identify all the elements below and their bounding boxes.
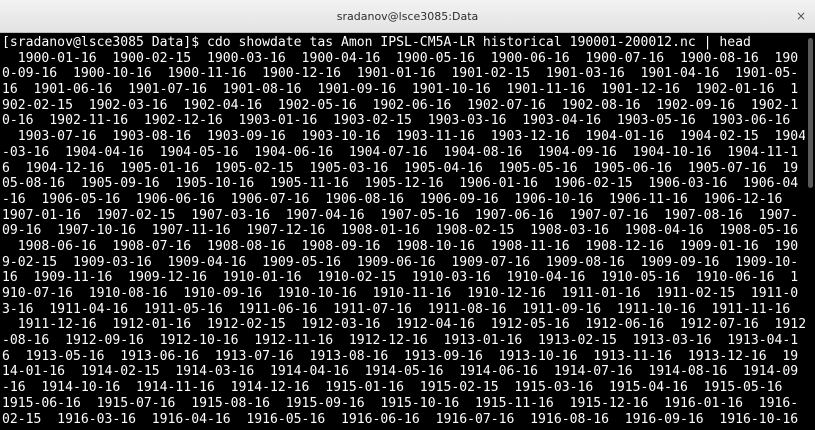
output-line: 1915-06-16 1915-07-16 1915-08-16 1915-09… (2, 395, 799, 411)
output-line: 9-02-15 1909-03-16 1909-04-16 1909-05-16… (2, 254, 799, 270)
output-line: 1900-01-16 1900-02-15 1900-03-16 1900-04… (2, 50, 799, 66)
output-line: 902-02-15 1902-03-16 1902-04-16 1902-05-… (2, 97, 799, 113)
output-line: 6 1913-05-16 1913-06-16 1913-07-16 1913-… (2, 348, 799, 364)
scrollbar-thumb[interactable] (808, 38, 813, 188)
output-line: 1911-12-16 1912-01-16 1912-02-15 1912-03… (2, 317, 805, 333)
output-line: 0-09-16 1900-10-16 1900-11-16 1900-12-16… (2, 66, 799, 82)
output-line: -16 1914-10-16 1914-11-16 1914-12-16 191… (2, 380, 783, 396)
output-line: 02-15 1916-03-16 1916-04-16 1916-05-16 1… (2, 411, 799, 427)
output-line: -03-16 1904-04-16 1904-05-16 1904-06-16 … (2, 144, 799, 160)
output-line: 6 1904-12-16 1905-01-16 1905-02-15 1905-… (2, 160, 799, 176)
close-icon[interactable]: × (793, 8, 809, 24)
output-line: 1903-07-16 1903-08-16 1903-09-16 1903-10… (2, 129, 805, 145)
output-line: 16 1901-06-16 1901-07-16 1901-08-16 1901… (2, 82, 799, 98)
scrollbar[interactable] (805, 34, 815, 430)
command-line: [sradanov@lsce3085 Data]$ cdo showdate t… (2, 35, 751, 50)
output-line: 16 1909-11-16 1909-12-16 1910-01-16 1910… (2, 270, 799, 286)
terminal-output[interactable]: [sradanov@lsce3085 Data]$ cdo showdate t… (0, 34, 805, 430)
output-line: 910-07-16 1910-08-16 1910-09-16 1910-10-… (2, 286, 799, 301)
output-line: 14-01-16 1914-02-15 1914-03-16 1914-04-1… (2, 364, 799, 380)
title-bar[interactable]: sradanov@lsce3085:Data × (0, 0, 815, 33)
output-line: 05-08-16 1905-09-16 1905-10-16 1905-11-1… (2, 176, 799, 192)
terminal-window: sradanov@lsce3085:Data × [sradanov@lsce3… (0, 0, 815, 430)
output-line: -16 1906-05-16 1906-06-16 1906-07-16 190… (2, 191, 783, 207)
output-line: 09-16 1907-10-16 1907-11-16 1907-12-16 1… (2, 223, 799, 239)
window-title: sradanov@lsce3085:Data (336, 10, 479, 23)
output-line: 3-16 1911-04-16 1911-05-16 1911-06-16 19… (2, 301, 791, 317)
output-line: -08-16 1912-09-16 1912-10-16 1912-11-16 … (2, 333, 799, 349)
output-line: 1908-06-16 1908-07-16 1908-08-16 1908-09… (2, 238, 799, 254)
output-line: 0-16 1902-11-16 1902-12-16 1903-01-16 19… (2, 113, 791, 129)
output-line: 1907-01-16 1907-02-15 1907-03-16 1907-04… (2, 207, 799, 223)
